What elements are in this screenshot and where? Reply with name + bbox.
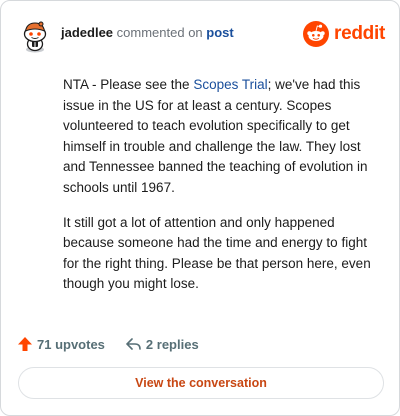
reddit-brand[interactable]: reddit xyxy=(303,20,385,48)
upvotes-label: 71 upvotes xyxy=(37,336,105,352)
comment-body: NTA - Please see the Scopes Trial; we've… xyxy=(63,75,381,309)
comment-meta: jadedlee commented on post xyxy=(61,25,234,40)
comment-paragraph-2: It still got a lot of attention and only… xyxy=(63,214,371,292)
post-link[interactable]: post xyxy=(206,25,233,40)
reddit-logo-icon xyxy=(303,21,330,47)
reply-arrow-icon xyxy=(126,338,141,350)
scopes-trial-link[interactable]: Scopes Trial xyxy=(193,77,267,92)
embedded-comment-card: jadedlee commented on post reddit NTA - … xyxy=(0,0,400,416)
action-text: commented on xyxy=(116,25,203,40)
p1-text-before: NTA - Please see the xyxy=(63,77,194,92)
comment-stats: 71 upvotes 2 replies xyxy=(17,334,199,354)
username-link[interactable]: jadedlee xyxy=(61,25,113,40)
view-conversation-button[interactable]: View the conversation xyxy=(18,367,384,399)
brand-wordmark: reddit xyxy=(334,23,385,44)
p1-text-after: ; we've had this issue in the US for at … xyxy=(63,77,368,195)
snoo-avatar-icon[interactable] xyxy=(17,17,53,53)
upvotes-stat[interactable]: 71 upvotes xyxy=(17,336,105,352)
comment-paragraph-1: NTA - Please see the Scopes Trial; we've… xyxy=(63,75,381,199)
upvote-arrow-icon xyxy=(18,337,32,351)
comment-header: jadedlee commented on post reddit xyxy=(17,15,385,55)
replies-stat[interactable]: 2 replies xyxy=(125,336,199,352)
replies-label: 2 replies xyxy=(145,336,199,352)
